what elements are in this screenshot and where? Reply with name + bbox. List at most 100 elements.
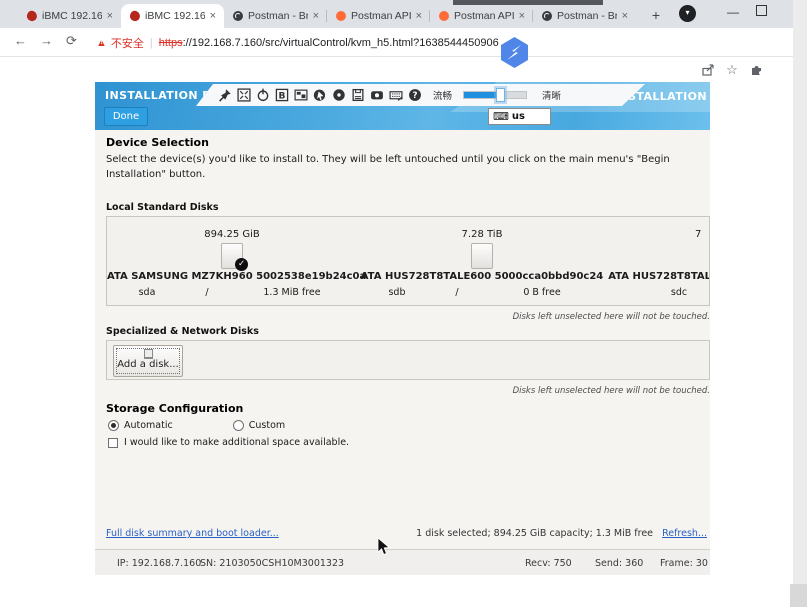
url-text: ://192.168.7.160/src/virtualControl/kvm_… bbox=[183, 37, 499, 49]
screen-layout-icon[interactable] bbox=[294, 88, 308, 102]
address-divider: | bbox=[150, 37, 153, 49]
close-tab-icon[interactable]: × bbox=[517, 10, 527, 22]
close-tab-icon[interactable]: × bbox=[208, 10, 218, 22]
tab-title: iBMC 192.168.7.16 bbox=[145, 10, 205, 22]
disk-dev: sdc bbox=[659, 287, 699, 298]
extensions-icon[interactable] bbox=[748, 62, 764, 78]
device-selection-description: Select the device(s) you'd like to insta… bbox=[106, 152, 698, 182]
disk-sda[interactable]: 894.25 GiB ✓ ATA SAMSUNG MZ7KH960 500253… bbox=[107, 217, 357, 306]
tab-title: Postman API Platfo bbox=[454, 10, 514, 22]
disk-size: 7 bbox=[695, 229, 710, 240]
tab-title: iBMC 192.168.7.16 bbox=[42, 10, 102, 22]
cd-rom-icon[interactable] bbox=[332, 88, 346, 102]
power-icon[interactable] bbox=[256, 88, 270, 102]
tab-postman-api-2[interactable]: Postman API Platfo × bbox=[430, 4, 533, 28]
tab-title: Postman - Browse bbox=[557, 10, 617, 22]
disk-sdc-partial[interactable]: 7 ATA HUS728T8TAL sdc bbox=[607, 217, 710, 306]
storage-configuration-heading: Storage Configuration bbox=[106, 402, 243, 415]
add-disk-button[interactable]: Add a disk... bbox=[113, 345, 183, 377]
desktop-corner bbox=[790, 584, 807, 607]
radio-automatic-label: Automatic bbox=[124, 420, 173, 431]
mouse-cursor bbox=[377, 537, 390, 561]
maximize-button[interactable] bbox=[756, 5, 767, 16]
disk-dev: sda bbox=[112, 287, 182, 298]
close-tab-icon[interactable]: × bbox=[414, 10, 424, 22]
quality-slider-fill bbox=[464, 92, 498, 98]
disk-free: 1.3 MiB free bbox=[232, 287, 352, 298]
quality-slider[interactable] bbox=[463, 91, 527, 99]
globe-favicon bbox=[542, 11, 552, 21]
postman-favicon bbox=[439, 11, 449, 21]
disk-name: ATA HUS728T8TALE600 5000cca0bbd90c24 bbox=[357, 271, 607, 282]
fullscreen-icon[interactable] bbox=[237, 88, 251, 102]
tab-postman-browser-1[interactable]: Postman - Browse × bbox=[224, 4, 327, 28]
quality-clear-label: 清晰 bbox=[542, 88, 561, 102]
bookmark-star-icon[interactable]: ☆ bbox=[724, 62, 740, 78]
radio-custom[interactable] bbox=[233, 420, 244, 431]
minimize-button[interactable]: — bbox=[722, 3, 744, 23]
additional-space-checkbox[interactable] bbox=[108, 438, 118, 448]
kvm-status-bar: IP: 192.168.7.160 SN: 2103050CSH10M30013… bbox=[95, 549, 710, 575]
close-tab-icon[interactable]: × bbox=[105, 10, 115, 22]
url-scheme: https bbox=[159, 37, 183, 49]
quality-smooth-label: 流畅 bbox=[433, 88, 452, 102]
kvm-viewport: INSTALLATION DESTINATION STALLATION Done… bbox=[95, 82, 710, 575]
tab-title: Postman - Browse bbox=[248, 10, 308, 22]
svg-text:B: B bbox=[279, 91, 286, 101]
virtual-keyboard-icon[interactable] bbox=[389, 88, 403, 102]
disk-dev: sdb bbox=[362, 287, 432, 298]
disk-name: ATA HUS728T8TAL bbox=[607, 271, 710, 282]
disk-icon bbox=[144, 349, 153, 359]
pin-icon[interactable] bbox=[218, 88, 232, 102]
address-bar[interactable]: ▲! 不安全 | https ://192.168.7.160/src/virt… bbox=[96, 35, 499, 51]
thunder-download-icon[interactable] bbox=[498, 36, 531, 69]
help-icon[interactable]: ? bbox=[408, 88, 422, 102]
back-button[interactable]: ← bbox=[14, 33, 27, 48]
disk-name: ATA SAMSUNG MZ7KH960 5002538e19b24c0a bbox=[107, 271, 357, 282]
status-sn: SN: 2103050CSH10M3001323 bbox=[200, 558, 344, 569]
share-icon[interactable] bbox=[700, 62, 716, 78]
send-key-b-icon[interactable]: B bbox=[275, 88, 289, 102]
tab-ibmc-2-active[interactable]: iBMC 192.168.7.16 × bbox=[121, 4, 224, 28]
selection-summary: 1 disk selected; 894.25 GiB capacity; 1.… bbox=[416, 528, 653, 539]
disk-size: 894.25 GiB bbox=[107, 229, 357, 240]
unselected-note: Disks left unselected here will not be t… bbox=[106, 312, 710, 322]
mouse-icon[interactable] bbox=[313, 88, 327, 102]
kvm-toolbar: B ? 流畅 清晰 bbox=[196, 84, 645, 106]
full-disk-summary-link[interactable]: Full disk summary and boot loader... bbox=[106, 528, 279, 539]
network-disks-label: Specialized & Network Disks bbox=[106, 326, 259, 337]
screen: { "colors": { "header_blue": "#49a8de", … bbox=[0, 0, 807, 607]
disk-sep: / bbox=[432, 287, 482, 298]
browser-toolbar: ← → ⟳ ▲! 不安全 | https ://192.168.7.160/sr… bbox=[0, 28, 807, 57]
radio-custom-label: Custom bbox=[249, 420, 285, 431]
new-tab-button[interactable]: + bbox=[645, 5, 667, 27]
distro-title-fragment: STALLATION bbox=[628, 90, 707, 103]
device-selection-screen: Device Selection Select the device(s) yo… bbox=[95, 130, 710, 549]
keyboard-layout-indicator[interactable]: ⌨ us bbox=[488, 108, 551, 125]
tab-ibmc-1[interactable]: iBMC 192.168.7.16 × bbox=[18, 4, 121, 28]
record-icon[interactable] bbox=[370, 88, 384, 102]
status-frame: Frame: 30 bbox=[660, 558, 708, 569]
anaconda-header: INSTALLATION DESTINATION STALLATION Done… bbox=[95, 82, 710, 130]
additional-space-label: I would like to make additional space av… bbox=[124, 437, 349, 448]
forward-button[interactable]: → bbox=[40, 33, 53, 48]
device-selection-heading: Device Selection bbox=[106, 136, 209, 149]
disk-dev-row: sdb / 0 B free bbox=[357, 287, 607, 298]
floppy-icon[interactable] bbox=[351, 88, 365, 102]
radio-automatic[interactable] bbox=[108, 420, 119, 431]
quality-slider-handle[interactable] bbox=[496, 88, 505, 102]
tab-postman-browser-2[interactable]: Postman - Browse × bbox=[533, 4, 636, 28]
close-tab-icon[interactable]: × bbox=[311, 10, 321, 22]
tab-title: Postman API Platfo bbox=[351, 10, 411, 22]
refresh-link[interactable]: Refresh... bbox=[662, 528, 707, 539]
done-button[interactable]: Done bbox=[104, 107, 148, 126]
tab-postman-api-1[interactable]: Postman API Platfo × bbox=[327, 4, 430, 28]
disk-sdb[interactable]: 7.28 TiB ATA HUS728T8TALE600 5000cca0bbd… bbox=[357, 217, 607, 306]
local-disks-panel: 894.25 GiB ✓ ATA SAMSUNG MZ7KH960 500253… bbox=[106, 216, 710, 306]
reload-button[interactable]: ⟳ bbox=[66, 33, 77, 49]
close-tab-icon[interactable]: × bbox=[620, 10, 630, 22]
media-control-button[interactable]: ▾ bbox=[679, 5, 696, 22]
disk-drive-icon bbox=[471, 243, 493, 269]
status-recv: Recv: 750 bbox=[525, 558, 572, 569]
disk-free: 0 B free bbox=[482, 287, 602, 298]
